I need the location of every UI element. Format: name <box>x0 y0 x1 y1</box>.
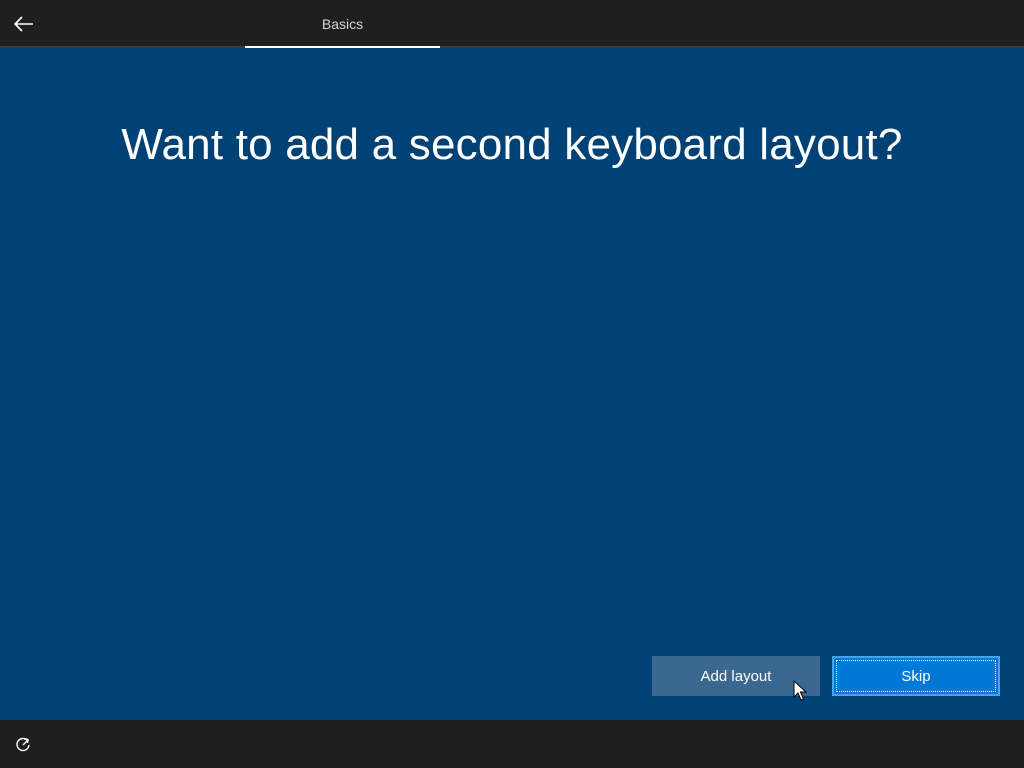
add-layout-button[interactable]: Add layout <box>652 656 820 696</box>
page-title: Want to add a second keyboard layout? <box>121 120 903 169</box>
skip-button[interactable]: Skip <box>832 656 1000 696</box>
main-content: Want to add a second keyboard layout? Ad… <box>0 48 1024 720</box>
skip-button-label: Skip <box>901 667 931 685</box>
bottom-bar <box>0 720 1024 768</box>
ease-of-access-button[interactable] <box>12 734 34 756</box>
tab-basics-label: Basics <box>321 16 364 32</box>
tab-basics[interactable]: Basics <box>245 0 440 48</box>
back-arrow-icon <box>14 16 33 32</box>
top-bar: Basics <box>0 0 1024 48</box>
add-layout-button-label: Add layout <box>700 667 772 685</box>
back-button[interactable] <box>8 8 40 40</box>
ease-of-access-icon <box>16 737 30 752</box>
